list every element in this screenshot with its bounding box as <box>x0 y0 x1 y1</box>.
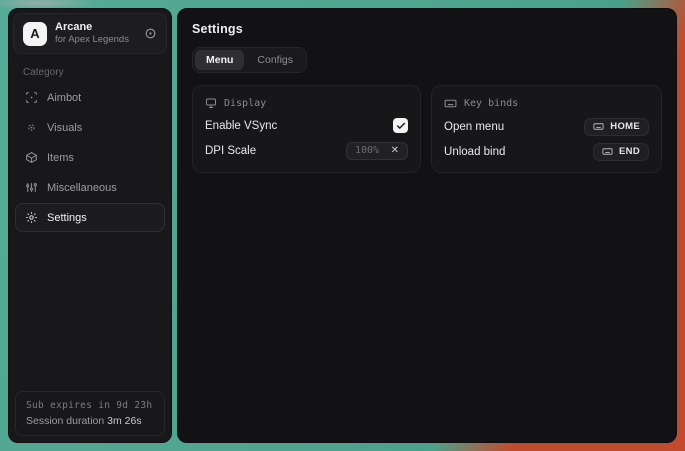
clear-icon[interactable]: ✕ <box>391 146 399 156</box>
sidebar: A Arcane for Apex Legends Category Aimbo… <box>8 8 172 443</box>
sidebar-item-miscellaneous[interactable]: Miscellaneous <box>15 173 165 202</box>
dpi-scale-input[interactable]: 100% ✕ <box>346 142 408 160</box>
keybinds-card-title: Key binds <box>464 98 518 109</box>
sidebar-item-label: Miscellaneous <box>47 182 117 194</box>
display-card-title: Display <box>224 98 266 109</box>
keyboard-icon <box>602 146 613 157</box>
unload-bind-row: Unload bind END <box>444 139 649 164</box>
session-duration: Session duration 3m 26s <box>26 415 154 427</box>
enable-vsync-label: Enable VSync <box>205 120 277 132</box>
dpi-scale-row: DPI Scale 100% ✕ <box>205 138 408 163</box>
session-duration-label: Session duration <box>26 415 104 427</box>
keybinds-card: Key binds Open menu HOME Unload bind <box>431 85 662 173</box>
tab-menu[interactable]: Menu <box>195 50 244 70</box>
crosshair-icon <box>25 91 38 104</box>
unload-bind-keybind-button[interactable]: END <box>593 143 649 161</box>
sidebar-item-items[interactable]: Items <box>15 143 165 172</box>
keyboard-icon <box>593 121 604 132</box>
open-menu-keybind-button[interactable]: HOME <box>584 118 649 136</box>
open-menu-row: Open menu HOME <box>444 114 649 139</box>
unload-bind-label: Unload bind <box>444 146 505 158</box>
open-menu-key: HOME <box>610 121 640 132</box>
page-title: Settings <box>192 22 662 36</box>
sidebar-item-visuals[interactable]: Visuals <box>15 113 165 142</box>
sidebar-item-aimbot[interactable]: Aimbot <box>15 83 165 112</box>
unload-bind-key: END <box>619 146 640 157</box>
dpi-scale-value[interactable]: 100% <box>355 145 379 156</box>
sub-expires-text: Sub expires in 9d 23h <box>26 400 154 411</box>
category-label: Category <box>23 67 157 78</box>
scan-eye-icon <box>25 121 38 134</box>
app-header: A Arcane for Apex Legends <box>13 13 167 54</box>
monitor-icon <box>205 97 217 109</box>
package-icon <box>25 151 38 164</box>
sidebar-item-settings[interactable]: Settings <box>15 203 165 232</box>
app-subtitle: for Apex Legends <box>55 34 129 46</box>
target-icon[interactable] <box>144 27 157 40</box>
tab-bar: Menu Configs <box>192 47 307 73</box>
app-logo: A <box>23 22 47 46</box>
enable-vsync-row: Enable VSync <box>205 113 408 138</box>
dpi-scale-label: DPI Scale <box>205 145 256 157</box>
keyboard-icon <box>444 97 457 110</box>
sidebar-item-label: Aimbot <box>47 92 81 104</box>
vsync-checkbox[interactable] <box>393 118 408 133</box>
cards-row: Display Enable VSync DPI Scale 100% ✕ <box>192 85 662 173</box>
session-duration-value: 3m 26s <box>107 415 141 427</box>
sliders-icon <box>25 181 38 194</box>
sidebar-item-label: Settings <box>47 212 87 224</box>
display-card-header: Display <box>205 95 408 113</box>
app-name: Arcane <box>55 21 129 34</box>
main-panel: Settings Menu Configs Display Enable VSy… <box>177 8 677 443</box>
sidebar-item-label: Visuals <box>47 122 82 134</box>
tab-configs[interactable]: Configs <box>246 50 304 70</box>
sidebar-item-label: Items <box>47 152 74 164</box>
display-card: Display Enable VSync DPI Scale 100% ✕ <box>192 85 421 173</box>
keybinds-card-header: Key binds <box>444 95 649 114</box>
gear-icon <box>25 211 38 224</box>
subscription-panel: Sub expires in 9d 23h Session duration 3… <box>15 391 165 436</box>
open-menu-label: Open menu <box>444 121 504 133</box>
